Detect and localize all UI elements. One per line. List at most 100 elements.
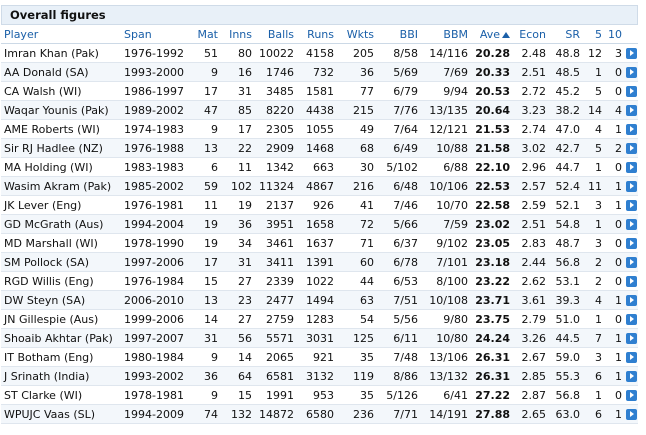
cell-econ: 2.62 [513, 271, 549, 291]
col-header-mat[interactable]: Mat [187, 26, 221, 44]
col-header-ave[interactable]: Ave [471, 26, 513, 44]
cell-span: 1983-1983 [121, 157, 187, 177]
col-header-inns[interactable]: Inns [221, 26, 255, 44]
play-arrow-icon[interactable] [626, 105, 637, 116]
cell-inns: 132 [221, 404, 255, 424]
cell-ten: 1 [605, 176, 625, 196]
cell-wkts: 71 [337, 233, 377, 253]
row-action-cell [625, 233, 638, 253]
row-action-cell [625, 214, 638, 234]
cell-econ: 3.23 [513, 100, 549, 120]
cell-inns: 64 [221, 366, 255, 386]
col-header-player[interactable]: Player [1, 26, 121, 44]
table-row: MA Holding (WI) 1983-1983 6 11 1342 663 30 5/10… [1, 157, 638, 177]
play-arrow-icon[interactable] [626, 143, 637, 154]
cell-sr: 63.0 [549, 404, 583, 424]
table-row: Waqar Younis (Pak) 1989-2002 47 85 8220 4438 2… [1, 100, 638, 120]
col-header-bbm[interactable]: BBM [421, 26, 471, 44]
cell-bbi: 8/58 [377, 43, 421, 63]
cell-runs: 1055 [297, 119, 337, 139]
play-arrow-icon[interactable] [626, 162, 637, 173]
play-arrow-icon[interactable] [626, 314, 637, 325]
cell-ave: 20.28 [471, 43, 513, 63]
cell-bbi: 7/48 [377, 347, 421, 367]
play-arrow-icon[interactable] [626, 67, 637, 78]
cell-econ: 3.61 [513, 290, 549, 310]
play-arrow-icon[interactable] [626, 276, 637, 287]
play-arrow-icon[interactable] [626, 333, 637, 344]
col-header-span[interactable]: Span [121, 26, 187, 44]
cell-bbi: 8/86 [377, 366, 421, 386]
cell-bbm: 13/132 [421, 366, 471, 386]
cell-player: AME Roberts (WI) [1, 119, 121, 139]
col-header-wkts[interactable]: Wkts [337, 26, 377, 44]
col-header-action [625, 26, 638, 44]
play-arrow-icon[interactable] [626, 352, 637, 363]
play-arrow-icon[interactable] [626, 200, 637, 211]
cell-inns: 56 [221, 328, 255, 348]
cell-balls: 10022 [255, 43, 297, 63]
cell-balls: 3411 [255, 252, 297, 272]
cell-econ: 2.87 [513, 385, 549, 405]
play-arrow-icon[interactable] [626, 219, 637, 230]
col-header-bbi[interactable]: BBI [377, 26, 421, 44]
cell-balls: 11324 [255, 176, 297, 196]
cell-ave: 24.24 [471, 328, 513, 348]
cell-player: RGD Willis (Eng) [1, 271, 121, 291]
cell-balls: 3951 [255, 214, 297, 234]
cell-player: SM Pollock (SA) [1, 252, 121, 272]
cell-sr: 55.3 [549, 366, 583, 386]
cell-five: 3 [583, 195, 605, 215]
col-header-five[interactable]: 5 [583, 26, 605, 44]
cell-bbm: 7/59 [421, 214, 471, 234]
cell-inns: 27 [221, 309, 255, 329]
play-arrow-icon[interactable] [626, 257, 637, 268]
row-action-cell [625, 328, 638, 348]
cell-mat: 31 [187, 328, 221, 348]
col-header-ave-label: Ave [479, 28, 500, 41]
cell-mat: 9 [187, 385, 221, 405]
table-row: CA Walsh (WI) 1986-1997 17 31 3485 1581 77 6/79… [1, 81, 638, 101]
cell-mat: 19 [187, 233, 221, 253]
cell-ten: 1 [605, 290, 625, 310]
cell-player: ST Clarke (WI) [1, 385, 121, 405]
col-header-sr[interactable]: SR [549, 26, 583, 44]
play-arrow-icon[interactable] [626, 371, 637, 382]
play-arrow-icon[interactable] [626, 295, 637, 306]
cell-wkts: 119 [337, 366, 377, 386]
cell-bbm: 10/106 [421, 176, 471, 196]
play-arrow-icon[interactable] [626, 48, 637, 59]
cell-span: 1976-1981 [121, 195, 187, 215]
cell-sr: 47.0 [549, 119, 583, 139]
play-arrow-icon[interactable] [626, 124, 637, 135]
cell-span: 1986-1997 [121, 81, 187, 101]
cell-five: 4 [583, 119, 605, 139]
col-header-runs[interactable]: Runs [297, 26, 337, 44]
col-header-ten[interactable]: 10 [605, 26, 625, 44]
cell-econ: 2.51 [513, 214, 549, 234]
cell-mat: 14 [187, 309, 221, 329]
overall-figures-panel: Overall figures Player Span Mat Inns Bal… [0, 0, 646, 435]
cell-bbi: 7/51 [377, 290, 421, 310]
table-row: JN Gillespie (Aus) 1999-2006 14 27 2759 1283 5… [1, 309, 638, 329]
play-arrow-icon[interactable] [626, 238, 637, 249]
cell-inns: 23 [221, 290, 255, 310]
cell-sr: 59.0 [549, 347, 583, 367]
cell-econ: 3.02 [513, 138, 549, 158]
play-arrow-icon[interactable] [626, 390, 637, 401]
play-arrow-icon[interactable] [626, 86, 637, 97]
cell-five: 5 [583, 138, 605, 158]
cell-wkts: 30 [337, 157, 377, 177]
play-arrow-icon[interactable] [626, 409, 637, 420]
cell-player: AA Donald (SA) [1, 62, 121, 82]
cell-mat: 36 [187, 366, 221, 386]
cell-player: J Srinath (India) [1, 366, 121, 386]
col-header-econ[interactable]: Econ [513, 26, 549, 44]
table-header-row: Player Span Mat Inns Balls Runs Wkts BBI… [1, 26, 638, 44]
col-header-balls[interactable]: Balls [255, 26, 297, 44]
cell-inns: 22 [221, 138, 255, 158]
cell-five: 14 [583, 100, 605, 120]
cell-balls: 2065 [255, 347, 297, 367]
cell-ten: 0 [605, 62, 625, 82]
play-arrow-icon[interactable] [626, 181, 637, 192]
